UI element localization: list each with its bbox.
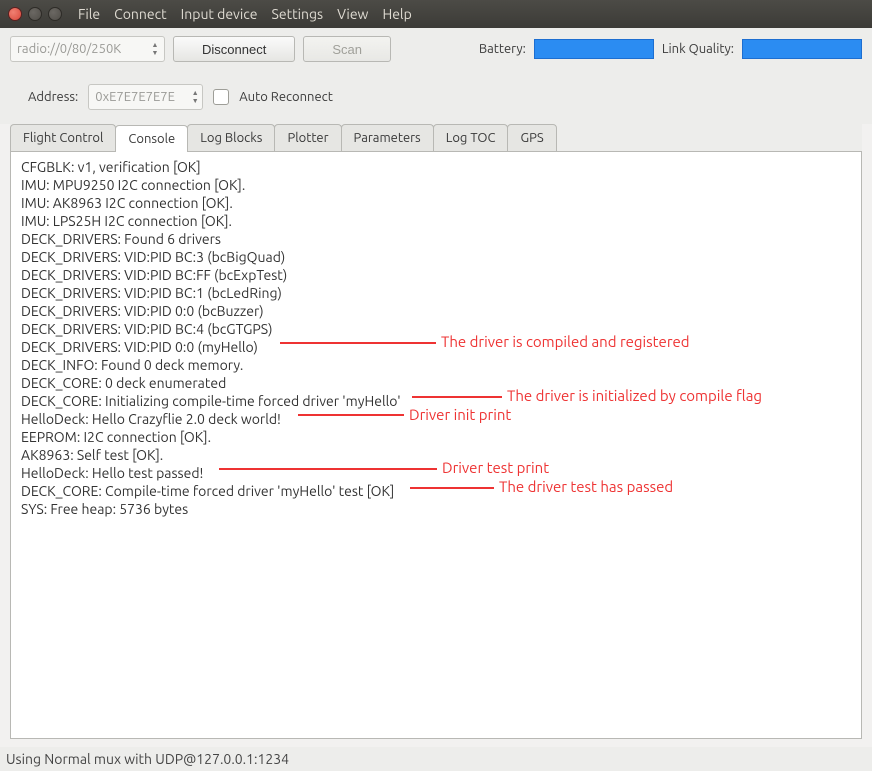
console-line: DECK_CORE: Compile-time forced driver 'm…: [21, 482, 851, 500]
console-line: DECK_DRIVERS: Found 6 drivers: [21, 230, 851, 248]
auto-reconnect-checkbox[interactable]: [213, 89, 229, 105]
uri-value: radio://0/80/250K: [17, 42, 121, 56]
tab-log-toc[interactable]: Log TOC: [433, 124, 509, 151]
chevron-up-icon[interactable]: ▲: [190, 89, 200, 97]
battery-bar: [534, 39, 654, 59]
chevron-up-icon[interactable]: ▲: [150, 41, 160, 49]
minimize-icon[interactable]: [28, 7, 42, 21]
menu-settings[interactable]: Settings: [272, 6, 324, 22]
tab-parameters[interactable]: Parameters: [341, 124, 434, 151]
tab-log-blocks[interactable]: Log Blocks: [187, 124, 275, 151]
chevron-down-icon[interactable]: ▼: [150, 49, 160, 57]
address-value: 0xE7E7E7E7E: [95, 90, 175, 104]
menu-file[interactable]: File: [78, 6, 100, 22]
link-quality-label: Link Quality:: [662, 42, 734, 56]
console-line: DECK_DRIVERS: VID:PID 0:0 (myHello): [21, 338, 851, 356]
disconnect-button[interactable]: Disconnect: [173, 36, 295, 62]
tab-gps[interactable]: GPS: [507, 124, 556, 151]
console-line: DECK_DRIVERS: VID:PID BC:1 (bcLedRing): [21, 284, 851, 302]
status-text: Using Normal mux with UDP@127.0.0.1:1234: [6, 751, 289, 767]
console-line: DECK_DRIVERS: VID:PID BC:3 (bcBigQuad): [21, 248, 851, 266]
console-line: HelloDeck: Hello Crazyflie 2.0 deck worl…: [21, 410, 851, 428]
console-line: DECK_DRIVERS: VID:PID BC:FF (bcExpTest): [21, 266, 851, 284]
tab-plotter[interactable]: Plotter: [274, 124, 341, 151]
console-line: HelloDeck: Hello test passed!: [21, 464, 851, 482]
link-quality-bar: [742, 39, 862, 59]
battery-label: Battery:: [479, 42, 526, 56]
console-line: SYS: Free heap: 5736 bytes: [21, 500, 851, 518]
uri-combobox[interactable]: radio://0/80/250K ▲ ▼: [10, 36, 165, 62]
console-line: DECK_DRIVERS: VID:PID 0:0 (bcBuzzer): [21, 302, 851, 320]
menu-connect[interactable]: Connect: [114, 6, 167, 22]
address-input[interactable]: 0xE7E7E7E7E ▲ ▼: [88, 84, 203, 110]
chevron-down-icon[interactable]: ▼: [190, 97, 200, 105]
tab-flight-control[interactable]: Flight Control: [10, 124, 116, 151]
connection-toolbar: radio://0/80/250K ▲ ▼ Disconnect Scan Ba…: [0, 28, 872, 70]
console-panel: CFGBLK: v1, verification [OK]IMU: MPU925…: [10, 152, 862, 739]
auto-reconnect-label: Auto Reconnect: [239, 90, 333, 104]
address-row: Address: 0xE7E7E7E7E ▲ ▼ Auto Reconnect: [0, 70, 872, 124]
address-label: Address:: [28, 90, 78, 104]
menu-help[interactable]: Help: [382, 6, 411, 22]
console-line: IMU: MPU9250 I2C connection [OK].: [21, 176, 851, 194]
tab-console[interactable]: Console: [115, 125, 188, 152]
close-icon[interactable]: [8, 7, 22, 21]
console-line: IMU: AK8963 I2C connection [OK].: [21, 194, 851, 212]
console-line: CFGBLK: v1, verification [OK]: [21, 158, 851, 176]
console-output[interactable]: CFGBLK: v1, verification [OK]IMU: MPU925…: [21, 158, 851, 518]
console-line: AK8963: Self test [OK].: [21, 446, 851, 464]
menubar: File Connect Input device Settings View …: [78, 6, 412, 22]
maximize-icon[interactable]: [48, 7, 62, 21]
console-line: DECK_INFO: Found 0 deck memory.: [21, 356, 851, 374]
console-line: DECK_CORE: 0 deck enumerated: [21, 374, 851, 392]
menu-input-device[interactable]: Input device: [181, 6, 258, 22]
console-line: DECK_CORE: Initializing compile-time for…: [21, 392, 851, 410]
console-line: DECK_DRIVERS: VID:PID BC:4 (bcGTGPS): [21, 320, 851, 338]
tab-bar: Flight ControlConsoleLog BlocksPlotterPa…: [10, 124, 862, 152]
console-line: EEPROM: I2C connection [OK].: [21, 428, 851, 446]
menu-view[interactable]: View: [337, 6, 368, 22]
titlebar: File Connect Input device Settings View …: [0, 0, 872, 28]
scan-button[interactable]: Scan: [303, 36, 391, 62]
status-bar: Using Normal mux with UDP@127.0.0.1:1234: [0, 747, 872, 771]
console-line: IMU: LPS25H I2C connection [OK].: [21, 212, 851, 230]
